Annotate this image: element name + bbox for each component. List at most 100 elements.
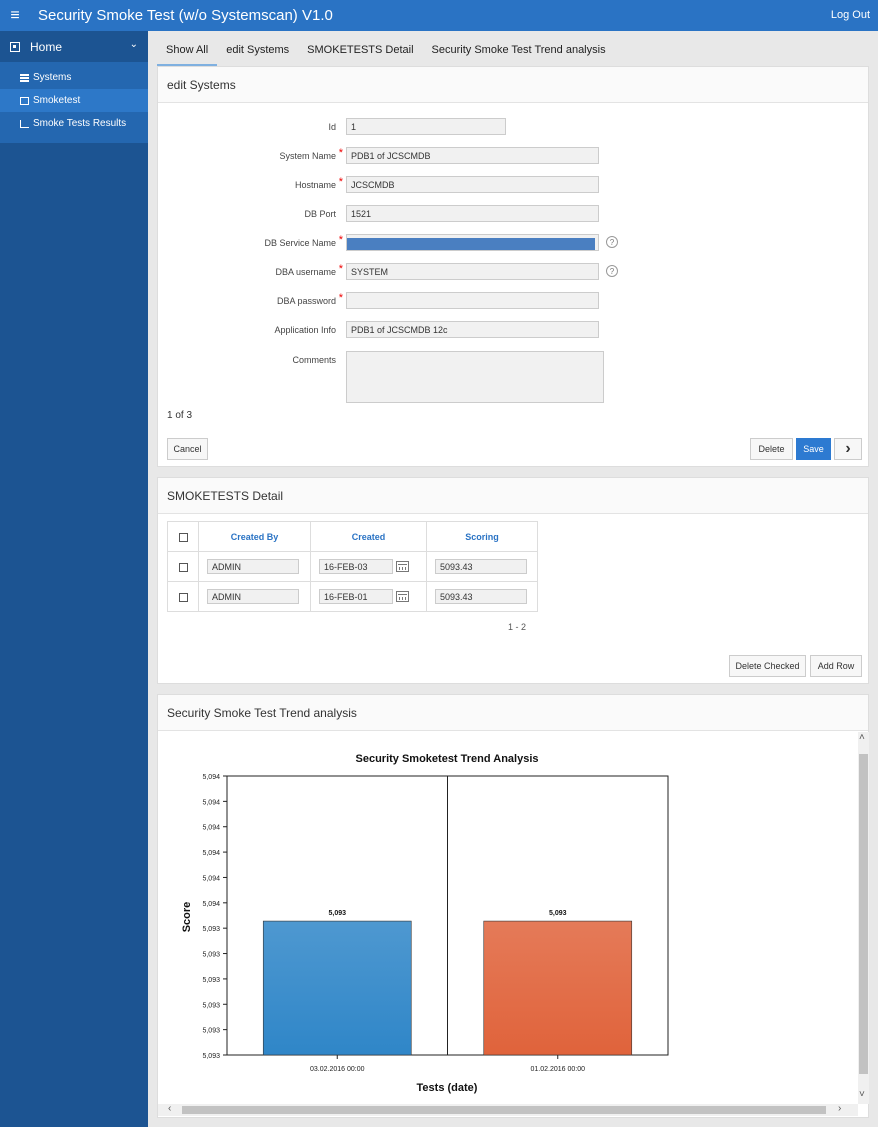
- required-icon: *: [338, 234, 343, 246]
- sidebar-item-systems[interactable]: Systems: [0, 66, 148, 89]
- scoring-cell: 5093.43: [426, 551, 538, 582]
- y-tick-label: 5,094: [202, 799, 220, 806]
- created-by-input[interactable]: ADMIN: [207, 559, 299, 574]
- y-tick-label: 5,094: [202, 850, 220, 857]
- delete-checked-button[interactable]: Delete Checked: [729, 655, 806, 677]
- smoketests-detail-region: SMOKETESTS Detail Created By Created Sco…: [157, 477, 869, 684]
- required-icon: *: [338, 147, 343, 159]
- bar: [262, 920, 412, 1056]
- scoring-input[interactable]: 5093.43: [435, 589, 527, 604]
- scroll-right-icon[interactable]: ›: [838, 1103, 841, 1114]
- sidebar-home-label: Home: [30, 39, 63, 54]
- created-input[interactable]: 16-FEB-03: [319, 559, 393, 574]
- add-row-button[interactable]: Add Row: [810, 655, 862, 677]
- trend-bar-chart: Security Smoketest Trend Analysis Score …: [181, 753, 669, 1094]
- delete-button[interactable]: Delete: [750, 438, 793, 460]
- db-service-name-field[interactable]: [346, 234, 599, 251]
- application-info-field[interactable]: PDB1 of JCSCMDB 12c: [346, 321, 599, 338]
- record-pager: 1 of 3: [167, 410, 193, 421]
- scroll-up-icon[interactable]: ˄: [859, 732, 865, 743]
- form-row-dba-username: DBA username * SYSTEM ?: [158, 263, 870, 283]
- tab-edit-systems[interactable]: edit Systems: [217, 38, 298, 66]
- tab-show-all[interactable]: Show All: [157, 38, 218, 66]
- vertical-scrollbar[interactable]: ˄ ˅: [858, 732, 869, 1104]
- column-header-created[interactable]: Created: [310, 521, 427, 552]
- next-record-button[interactable]: ›: [834, 438, 862, 460]
- hostname-field[interactable]: JCSCMDB: [346, 176, 599, 193]
- table-row: ADMIN 16-FEB-01 5093.43: [167, 581, 538, 612]
- x-tick-label: 03.02.2016 00:00: [310, 1066, 365, 1073]
- sidebar-item-smoketest[interactable]: Smoketest: [0, 89, 148, 112]
- sidebar-item-label: Smoke Tests Results: [33, 118, 127, 129]
- region-title: edit Systems: [158, 67, 868, 103]
- tab-trend-analysis[interactable]: Security Smoke Test Trend analysis: [423, 38, 615, 66]
- y-tick-label: 5,094: [202, 825, 220, 832]
- menu-icon[interactable]: ≡: [0, 0, 30, 31]
- app-title[interactable]: Security Smoke Test (w/o Systemscan) V1.…: [38, 7, 333, 24]
- db-port-field[interactable]: 1521: [346, 205, 599, 222]
- grid-header-row: Created By Created Scoring: [167, 521, 538, 552]
- x-tick-label: 01.02.2016 00:00: [531, 1066, 586, 1073]
- help-icon[interactable]: ?: [606, 265, 618, 277]
- region-tabs: Show All edit Systems SMOKETESTS Detail …: [157, 38, 615, 66]
- y-tick-label: 5,093: [202, 1053, 220, 1060]
- form-row-hostname: Hostname * JCSCMDB: [158, 176, 870, 196]
- y-tick-label: 5,093: [202, 952, 220, 959]
- form-row-comments: Comments: [158, 351, 870, 411]
- logout-link[interactable]: Log Out: [831, 9, 870, 21]
- row-checkbox[interactable]: [178, 592, 188, 602]
- scroll-down-icon[interactable]: ˅: [859, 1089, 865, 1100]
- sidebar-item-label: Smoketest: [33, 95, 81, 106]
- y-tick-label: 5,094: [202, 875, 220, 882]
- calendar-icon[interactable]: [396, 561, 409, 572]
- help-icon[interactable]: ?: [606, 236, 618, 248]
- y-tick-label: 5,093: [202, 1002, 220, 1009]
- sidebar-item-smoke-tests-results[interactable]: Smoke Tests Results: [0, 112, 148, 135]
- created-by-input[interactable]: ADMIN: [207, 589, 299, 604]
- cancel-button[interactable]: Cancel: [167, 438, 208, 460]
- select-all-checkbox[interactable]: [178, 532, 188, 542]
- comments-textarea[interactable]: [346, 351, 604, 403]
- column-header-scoring[interactable]: Scoring: [426, 521, 538, 552]
- trend-analysis-region: Security Smoke Test Trend analysis Secur…: [157, 694, 869, 1118]
- form-row-db-port: DB Port 1521: [158, 205, 870, 225]
- y-axis-label: Score: [181, 902, 193, 933]
- created-cell: 16-FEB-03: [310, 551, 427, 582]
- sidebar: Home ⌄ Systems Smoketest Smoke Tests Res…: [0, 31, 148, 1127]
- created-cell: 16-FEB-01: [310, 581, 427, 612]
- form-row-id: Id 1: [158, 118, 870, 138]
- column-header-created-by[interactable]: Created By: [198, 521, 311, 552]
- system-name-field[interactable]: PDB1 of JCSCMDB: [346, 147, 599, 164]
- form-row-system-name: System Name * PDB1 of JCSCMDB: [158, 147, 870, 167]
- horizontal-scrollbar[interactable]: ‹ ›: [158, 1103, 858, 1116]
- scroll-left-icon[interactable]: ‹: [168, 1103, 171, 1114]
- scrollbar-thumb[interactable]: [182, 1106, 826, 1114]
- data-label: 5,093: [328, 910, 346, 917]
- chart-container: Security Smoketest Trend Analysis Score …: [158, 732, 858, 1104]
- sidebar-submenu: Systems Smoketest Smoke Tests Results: [0, 62, 148, 143]
- field-label: System Name: [279, 151, 336, 161]
- sidebar-item-home[interactable]: Home ⌄: [0, 31, 148, 62]
- y-tick-label: 5,093: [202, 926, 220, 933]
- required-icon: *: [338, 292, 343, 304]
- calendar-icon[interactable]: [396, 591, 409, 602]
- scoring-cell: 5093.43: [426, 581, 538, 612]
- dba-password-field[interactable]: [346, 292, 599, 309]
- required-icon: *: [338, 263, 343, 275]
- edit-systems-region: edit Systems Id 1 System Name * PDB1 of J…: [157, 66, 869, 467]
- save-button[interactable]: Save: [796, 438, 831, 460]
- field-label: DB Port: [304, 209, 336, 219]
- scoring-input[interactable]: 5093.43: [435, 559, 527, 574]
- field-label: DBA password: [276, 296, 336, 306]
- table-row: ADMIN 16-FEB-03 5093.43: [167, 551, 538, 582]
- x-axis-label: Tests (date): [417, 1082, 478, 1094]
- scrollbar-thumb[interactable]: [859, 754, 868, 1074]
- id-field[interactable]: 1: [346, 118, 506, 135]
- row-checkbox[interactable]: [178, 562, 188, 572]
- dba-username-field[interactable]: SYSTEM: [346, 263, 599, 280]
- home-icon: [10, 41, 20, 52]
- created-input[interactable]: 16-FEB-01: [319, 589, 393, 604]
- chevron-down-icon[interactable]: ⌄: [130, 39, 138, 50]
- chart-icon: [20, 119, 29, 128]
- tab-smoketests-detail[interactable]: SMOKETESTS Detail: [298, 38, 422, 66]
